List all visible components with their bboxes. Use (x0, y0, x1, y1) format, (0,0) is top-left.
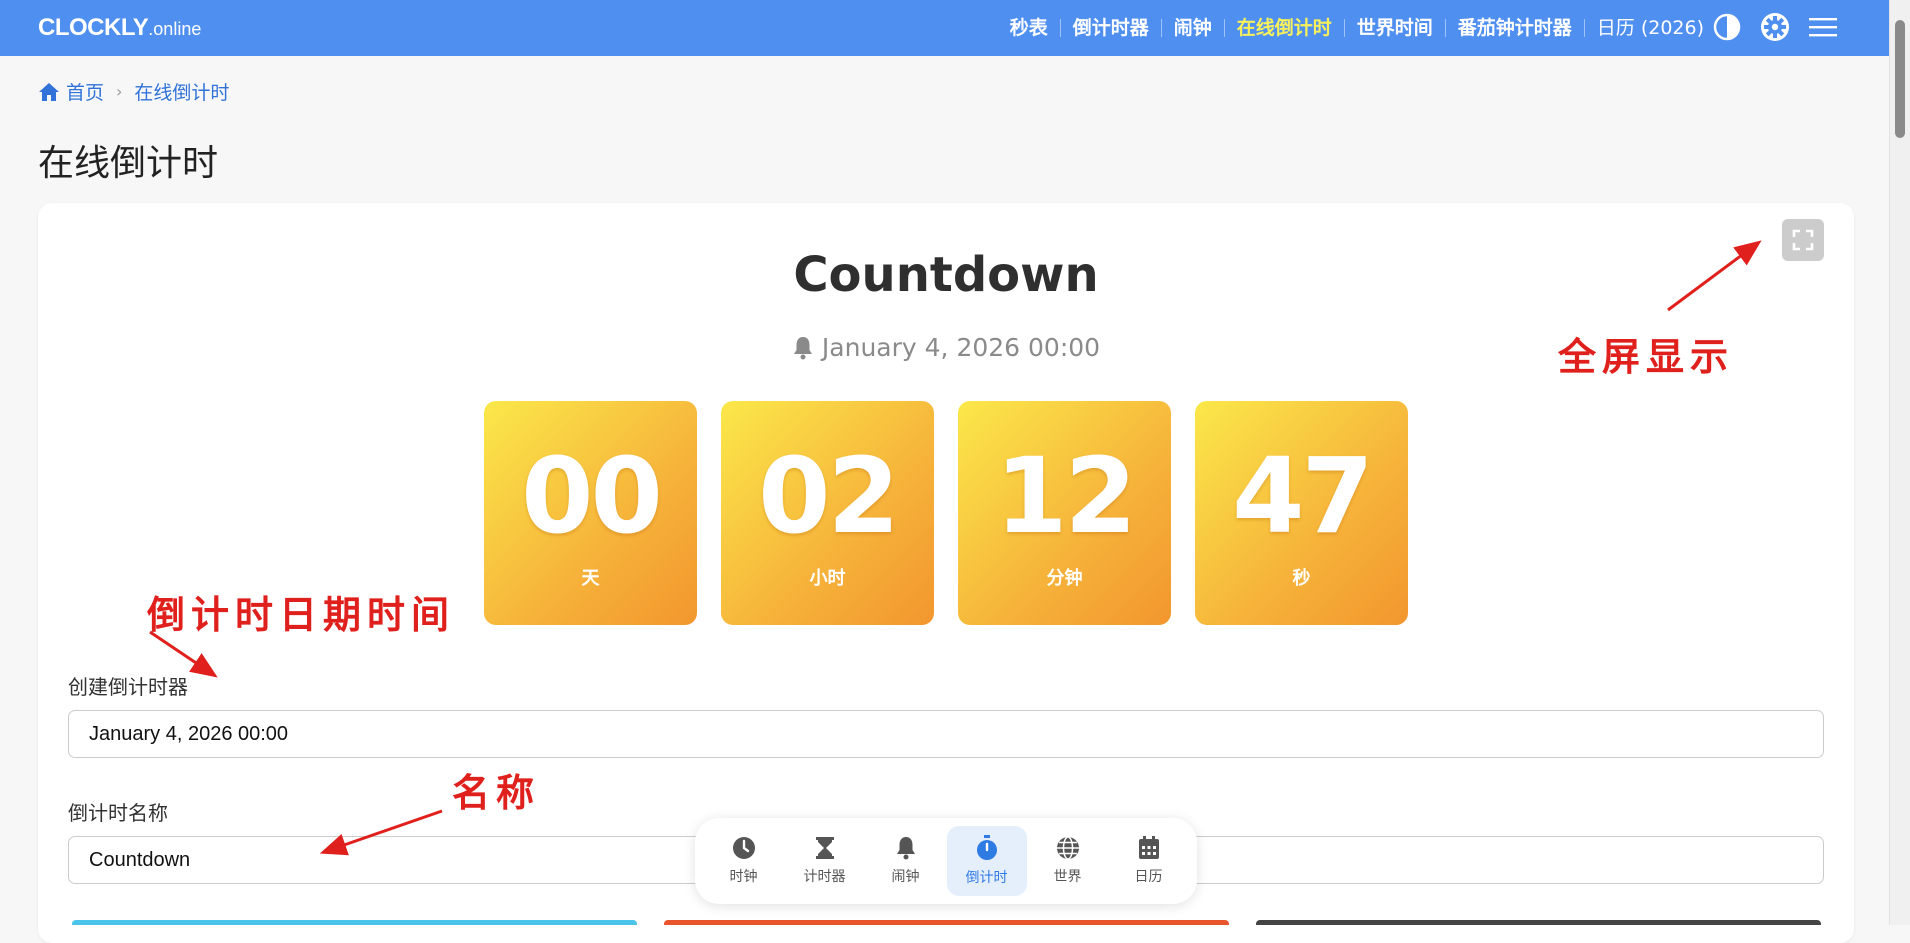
color-strip-dark (1256, 920, 1821, 925)
name-field-label: 倒计时名称 (68, 801, 168, 825)
hours-label: 小时 (809, 568, 846, 589)
header-actions (1712, 12, 1838, 42)
nav-stopwatch[interactable]: 秒表 (998, 19, 1060, 38)
nav-calendar[interactable]: 日历 (2026) (1583, 19, 1716, 38)
logo-suffix: .online (148, 19, 202, 39)
minutes-label: 分钟 (1046, 568, 1083, 589)
calendar-icon (1138, 836, 1159, 859)
days-label: 天 (581, 568, 600, 589)
scrollbar-thumb[interactable] (1895, 20, 1905, 138)
date-field-label: 创建倒计时器 (68, 675, 188, 699)
page-title: 在线倒计时 (38, 143, 219, 184)
logo-text: CLOCKLY (38, 14, 149, 41)
scrollbar[interactable] (1889, 0, 1910, 925)
days-value: 00 (521, 435, 663, 557)
bell-icon (896, 837, 915, 860)
bottom-nav-alarm[interactable]: 闹钟 (866, 826, 946, 896)
top-navbar: CLOCKLY.online 秒表 倒计时器 闹钟 在线倒计时 世界时间 番茄钟… (0, 0, 1890, 56)
hourglass-icon (815, 837, 834, 859)
bell-icon (793, 336, 812, 359)
bottom-nav-label: 闹钟 (891, 869, 920, 885)
seconds-value: 47 (1232, 435, 1374, 557)
bottom-nav: 时钟 计时器 闹钟 倒计时 世界 日历 (695, 818, 1197, 904)
date-field[interactable] (68, 710, 1824, 758)
nav-alarm[interactable]: 闹钟 (1160, 19, 1224, 38)
seconds-label: 秒 (1292, 568, 1311, 589)
stopwatch-icon (976, 835, 997, 860)
home-icon[interactable] (38, 82, 60, 102)
globe-icon (1056, 836, 1079, 860)
color-strip-blue (72, 920, 637, 925)
bottom-nav-timer[interactable]: 计时器 (785, 826, 865, 896)
annotation-fullscreen: 全屏显示 (1558, 334, 1735, 379)
clock-icon (732, 837, 755, 859)
bottom-nav-label: 计时器 (803, 869, 846, 885)
countdown-boxes: 00 天 02 小时 12 分钟 47 秒 (484, 401, 1408, 625)
nav-online-countdown[interactable]: 在线倒计时 (1223, 19, 1344, 38)
bottom-nav-label: 时钟 (729, 869, 758, 885)
days-box: 00 天 (484, 401, 697, 625)
logo[interactable]: CLOCKLY.online (38, 14, 201, 42)
nav-world-time[interactable]: 世界时间 (1343, 19, 1445, 38)
color-strip-red (664, 920, 1229, 925)
main-nav: 秒表 倒计时器 闹钟 在线倒计时 世界时间 番茄钟计时器 日历 (2026) (998, 0, 1716, 56)
hamburger-menu-icon[interactable] (1808, 12, 1838, 42)
minutes-box: 12 分钟 (958, 401, 1171, 625)
countdown-title: Countdown (793, 247, 1099, 303)
contrast-icon[interactable] (1712, 12, 1742, 42)
bottom-nav-clock[interactable]: 时钟 (704, 826, 784, 896)
breadcrumb-current[interactable]: 在线倒计时 (134, 78, 229, 105)
breadcrumb-separator: › (116, 82, 123, 101)
annotation-date: 倒计时日期时间 (147, 592, 456, 637)
target-date-text: January 4, 2026 00:00 (821, 333, 1101, 362)
bottom-nav-calendar[interactable]: 日历 (1109, 826, 1189, 896)
breadcrumb: 首页 › 在线倒计时 (38, 78, 229, 105)
hours-box: 02 小时 (721, 401, 934, 625)
hours-value: 02 (758, 435, 900, 557)
nav-pomodoro[interactable]: 番茄钟计时器 (1444, 19, 1584, 38)
bottom-nav-countdown[interactable]: 倒计时 (946, 826, 1027, 896)
seconds-box: 47 秒 (1195, 401, 1408, 625)
bottom-nav-label: 世界 (1053, 869, 1082, 885)
bottom-nav-label: 倒计时 (965, 870, 1008, 886)
gear-icon[interactable] (1760, 12, 1790, 42)
bottom-nav-label: 日历 (1134, 869, 1163, 885)
nav-timer[interactable]: 倒计时器 (1059, 19, 1161, 38)
breadcrumb-home[interactable]: 首页 (66, 78, 104, 105)
annotation-name: 名称 (452, 770, 541, 815)
minutes-value: 12 (995, 435, 1137, 557)
bottom-nav-world[interactable]: 世界 (1028, 826, 1108, 896)
